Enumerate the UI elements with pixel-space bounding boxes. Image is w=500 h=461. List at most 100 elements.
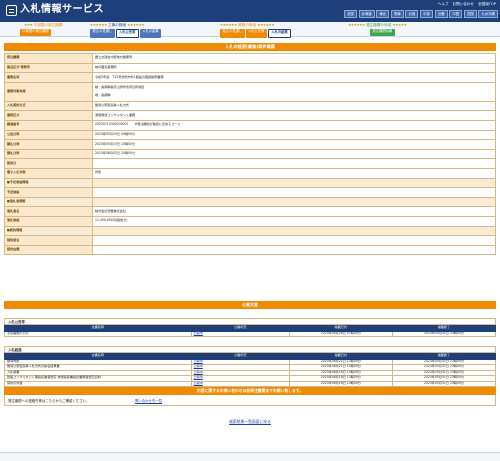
- detail-label: 電子入札対象: [4, 167, 93, 179]
- detail-row: 電子入札対象 対象: [4, 167, 496, 179]
- publications-section: 公開文書 入札公告等 文書名称 公開状況 掲載日付 掲載終了 手続開始の公示 公開…: [4, 301, 497, 387]
- doc-status-link[interactable]: 公開中: [190, 380, 290, 387]
- detail-title: 入札の経過(業務)案件概要: [4, 43, 496, 51]
- help-link[interactable]: ヘルプ: [438, 2, 449, 6]
- detail-label: 拠点区分-事務所: [4, 62, 93, 74]
- region-tab-chugoku[interactable]: 中国: [449, 10, 463, 19]
- detail-value: [92, 244, 496, 256]
- detail-value: [92, 177, 496, 189]
- detail-value: 20230715300200001 ※発注機関が独自に定めるコード: [92, 119, 496, 131]
- detail-label: 業務対象地域: [4, 81, 93, 102]
- contact-text: 発注機関への連絡先等はこちらからご確認ください。: [8, 398, 90, 403]
- doc-end-date: 2023年05月31日 23時00分: [391, 380, 497, 387]
- region-tab-tohoku[interactable]: 東北: [376, 10, 390, 19]
- detail-row: ■予定価格情報: [4, 177, 496, 189]
- site-title: 入札情報サービス: [20, 4, 104, 15]
- doc-name: 手続開始の公示: [4, 330, 192, 337]
- detail-value: [92, 187, 496, 198]
- region-tab-hokkaido[interactable]: 北海道: [358, 10, 375, 19]
- tab-orderer-info[interactable]: 発注機関情報: [370, 29, 395, 36]
- tab-construction-outlook[interactable]: 発注の見通し: [90, 29, 115, 38]
- region-tab-shikoku[interactable]: 四国: [463, 10, 477, 19]
- contact-row: 発注機関への連絡先等はこちらからご確認ください。 問い合わせ先一覧: [4, 395, 496, 406]
- detail-value: 岐阜国道事務所: [92, 62, 496, 74]
- region-tab-kinki[interactable]: 近畿: [434, 10, 448, 19]
- doc-posted-date: 2023年04月28日 07時00分: [288, 330, 393, 337]
- detail-label: 開札日時: [4, 139, 93, 150]
- region-tab-national[interactable]: 全国: [343, 10, 357, 19]
- tab-construction-result[interactable]: 入札の結果: [139, 29, 162, 38]
- document-icon: [6, 4, 17, 16]
- detail-label: 落札者名: [4, 206, 93, 217]
- detail-label: ■予定価格情報: [4, 177, 93, 189]
- detail-row: 業務対象地域 岐・奥飛騨奥高山伊勢市周辺町地区 岐・奥飛騨: [4, 81, 496, 102]
- detail-label: ■落札者情報: [4, 196, 93, 208]
- detail-row: ■契約情報: [4, 225, 496, 237]
- doc-row: 契約の内容 公開中 2023年06月16日 13時00分 2023年05月31日 23…: [4, 380, 497, 387]
- doc-end-date: 2023年05月31日 23時00分: [391, 330, 497, 337]
- detail-row: 拠点区分-事務所 岐阜国道事務所: [4, 62, 496, 74]
- search-nav: ★★★ 中部国の発注機関 中部国の発注機関 ★★★★★★ 工事の検索 ★★★★★…: [0, 22, 500, 38]
- detail-row: 予定価格: [4, 187, 496, 198]
- detail-value: 岐・奥飛騨奥高山伊勢市周辺町地区 岐・奥飛騨: [92, 81, 496, 102]
- detail-row: 契約者名: [4, 235, 496, 246]
- tab-service-outlook[interactable]: 発注の見通し: [220, 29, 245, 38]
- nav-group-title: 中部国の発注機関: [33, 22, 63, 27]
- detail-row: 契約日: [4, 158, 496, 169]
- detail-value: 対象: [92, 167, 496, 179]
- detail-label: 業務区分: [4, 110, 93, 121]
- site-logo[interactable]: 入札情報サービス: [6, 4, 104, 16]
- contact-title: 内容に関するお問い合わせは各発注機関までお願い致します。: [4, 387, 496, 395]
- detail-row: 業務区分 測量関係コンサルタント業務: [4, 110, 496, 121]
- nav-group-title: 工事の検索: [108, 22, 127, 27]
- region-tabs: 全国 北海道 東北 関東 北陸 中部 近畿 中国 四国 九州沖縄: [343, 10, 498, 19]
- detail-value: 簡易公募型競争入札方式: [92, 100, 496, 112]
- section-heading-progress: 入札経過: [4, 346, 496, 353]
- detail-value: 令和5年度 T12号伊勢市外1施設の確認説明業務: [92, 72, 496, 83]
- detail-row: 調達番号 20230715300200001 ※発注機関が独自に定めるコード: [4, 119, 496, 131]
- site-header: 入札情報サービス ヘルプ お問い合わせ 全国版TOP 全国 北海道 東北 関東 …: [0, 0, 500, 22]
- region-tab-kyushu[interactable]: 九州沖縄: [478, 10, 498, 19]
- doc-status-link[interactable]: 公開中: [190, 330, 290, 337]
- detail-value: 株式会社測量株式会社: [92, 206, 496, 217]
- doc-name: 契約の内容: [4, 380, 192, 387]
- detail-label: 契約日: [4, 158, 93, 169]
- detail-table: 発注機関 国土交通省中部地方整備局 拠点区分-事務所 岐阜国道事務所 業務名称 令和5年度…: [4, 53, 496, 256]
- detail-value: 12,450,000円(税抜き): [92, 215, 496, 227]
- detail-value: 2023年06月02日 10時00分: [92, 148, 496, 160]
- detail-row: 入札契約方式 簡易公募型競争入札方式: [4, 100, 496, 112]
- nav-group-title: 業務の検索: [238, 22, 257, 27]
- detail-value: 測量関係コンサルタント業務: [92, 110, 496, 121]
- detail-label: 発注機関: [4, 53, 93, 64]
- contact-list-link[interactable]: 問い合わせ先一覧: [135, 399, 162, 403]
- back-to-results-link[interactable]: 検索結果一覧画面に戻る: [0, 419, 500, 425]
- detail-label: 業務名称: [4, 72, 93, 83]
- tab-agency[interactable]: 中部国の発注機関: [20, 29, 52, 36]
- page-footer: [0, 452, 500, 461]
- region-tab-kanto[interactable]: 関東: [390, 10, 404, 19]
- detail-row: ■落札者情報: [4, 196, 496, 208]
- detail-label: 落札価格: [4, 215, 93, 227]
- detail-row: 開札日時 2023年05月15日 10時00分: [4, 139, 496, 150]
- contact-link[interactable]: お問い合わせ: [452, 2, 474, 6]
- detail-row: 契約金額: [4, 244, 496, 256]
- detail-label: 公告日時: [4, 129, 93, 141]
- nav-group-title: 発注機関の地域: [366, 22, 392, 27]
- tab-service-notice[interactable]: 入札公告等: [245, 29, 267, 38]
- detail-label: 契約金額: [4, 244, 93, 256]
- notice-docs-table: 文書名称 公開状況 掲載日付 掲載終了 手続開始の公示 公開中 2023年04月28…: [4, 325, 497, 337]
- detail-label: 予定価格: [4, 187, 93, 198]
- detail-row: 開札日時 2023年06月02日 10時00分: [4, 148, 496, 160]
- doc-row: 手続開始の公示 公開中 2023年04月28日 07時00分 2023年05月31日 …: [4, 330, 497, 337]
- national-top-link[interactable]: 全国版TOP: [478, 2, 496, 6]
- detail-value: 2023年05月15日 10時00分: [92, 139, 496, 150]
- detail-row: 発注機関 国土交通省中部地方整備局: [4, 53, 496, 64]
- region-tab-hokuriku[interactable]: 北陸: [405, 10, 419, 19]
- detail-label: ■契約情報: [4, 225, 93, 237]
- detail-value: [92, 235, 496, 246]
- region-tab-chubu[interactable]: 中部: [420, 10, 434, 19]
- tab-construction-notice[interactable]: 入札公告等: [115, 29, 139, 38]
- header-links: ヘルプ お問い合わせ 全国版TOP: [438, 2, 496, 6]
- tab-service-result[interactable]: 入札の結果: [267, 29, 292, 38]
- section-heading-notice: 入札公告等: [4, 318, 496, 325]
